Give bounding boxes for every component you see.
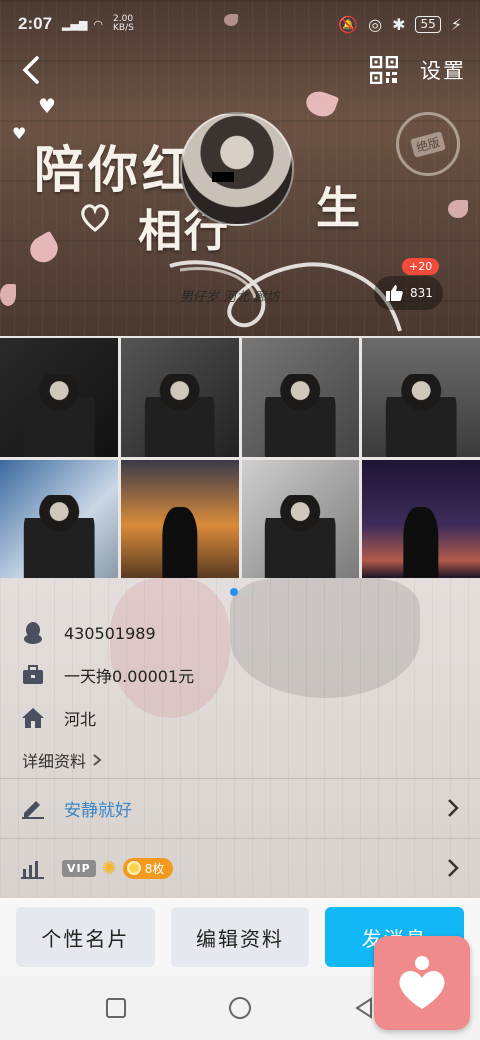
photo-thumbnail[interactable] — [0, 338, 118, 457]
alarm-icon: ◎ — [368, 14, 383, 34]
like-count: 831 — [410, 286, 433, 300]
sun-level-icon: ✺ — [101, 857, 117, 879]
mute-icon: 🔕 — [338, 14, 359, 34]
photo-figure — [265, 373, 336, 457]
status-right: 🔕 ◎ ✱ 55 ⚡ — [338, 15, 462, 34]
qq-number-row: 430501989 — [20, 620, 156, 646]
heart-decoration-icon: ♥ — [12, 124, 27, 143]
photo-figure — [385, 373, 457, 457]
like-plus-badge: +20 — [402, 258, 440, 275]
background-decoration — [230, 578, 420, 698]
qr-code-icon[interactable] — [370, 56, 398, 84]
net-speed: 2.00 KB/S — [113, 14, 134, 33]
coin-badge: 8枚 — [122, 857, 174, 879]
chevron-right-icon — [448, 859, 459, 877]
photo-thumbnail[interactable] — [362, 338, 480, 457]
photo-pager — [0, 588, 480, 596]
home-icon — [20, 705, 46, 731]
chevron-right-icon — [448, 799, 459, 817]
detail-info-label: 详细资料 — [22, 752, 87, 771]
photo-thumbnail[interactable] — [241, 459, 360, 578]
photo-figure — [23, 373, 95, 457]
home-circle-icon[interactable] — [227, 995, 253, 1021]
qq-number: 430501989 — [64, 623, 156, 643]
photo-figure — [23, 495, 95, 578]
back-button[interactable] — [14, 53, 48, 87]
photo-thumbnail[interactable] — [0, 459, 118, 578]
photo-figure — [144, 373, 215, 457]
wifi-icon: ◠ — [93, 17, 104, 31]
signature-text: 安静就好 — [64, 800, 132, 821]
banner-text-line1: 陪你红 — [34, 140, 196, 199]
profile-banner: 2:07 ▂▄▆ ◠ 2.00 KB/S 🔕 ◎ ✱ 55 ⚡ 设置 ♥ ♥ 陪… — [0, 0, 480, 336]
back-arrow-icon — [22, 56, 39, 84]
job-text: 一天挣0.00001元 — [64, 667, 195, 686]
charging-icon: ⚡ — [450, 14, 462, 34]
pager-dot-active[interactable] — [230, 588, 238, 596]
heart-decoration-icon: ♥ — [38, 94, 56, 118]
job-row: 一天挣0.00001元 — [20, 662, 194, 688]
location-row: 河北 — [20, 705, 96, 731]
photo-figure — [161, 506, 198, 578]
vip-badge: VIP — [62, 859, 96, 877]
top-navbar: 设置 — [0, 48, 480, 92]
pencil-icon — [22, 801, 44, 819]
photo-thumbnail[interactable] — [241, 338, 360, 457]
coin-count: 8枚 — [144, 861, 165, 876]
personal-card-button[interactable]: 个性名片 — [16, 907, 155, 967]
signature-row[interactable]: 安静就好 — [0, 779, 480, 837]
edit-profile-button[interactable]: 编辑资料 — [170, 907, 310, 967]
hand-written-signature: 男仔岁 河北 廊坊 — [180, 290, 280, 305]
signal-icon: ▂▄▆ — [62, 17, 88, 31]
chevron-right-icon — [93, 754, 102, 766]
heart-person-icon — [399, 956, 445, 1009]
photo-figure — [403, 506, 439, 578]
recent-apps-icon[interactable] — [103, 995, 129, 1021]
petal-decoration — [302, 87, 340, 121]
photo-thumbnail[interactable] — [120, 338, 239, 457]
floating-heart-button[interactable] — [374, 936, 470, 1030]
banner-text-line3: 生 — [316, 183, 360, 234]
location-text: 河北 — [64, 710, 97, 729]
avatar[interactable] — [180, 112, 294, 226]
heart-outline-icon — [81, 204, 109, 232]
battery-icon: 55 — [415, 15, 441, 33]
avatar-censor-bar — [212, 172, 234, 182]
photo-thumbnail[interactable] — [120, 459, 239, 578]
level-chart-icon — [21, 861, 44, 879]
photo-wall — [0, 336, 480, 578]
nav-right-group: 设置 — [370, 55, 466, 85]
briefcase-icon — [20, 662, 46, 688]
photo-figure — [265, 495, 336, 578]
thumbs-up-icon — [386, 285, 403, 301]
petal-decoration — [448, 200, 468, 218]
petal-decoration — [224, 14, 238, 26]
status-time: 2:07 — [18, 14, 53, 33]
stamp-text: 绝版 — [410, 130, 446, 158]
vip-row[interactable]: VIP ✺ 8枚 — [0, 839, 480, 897]
settings-button[interactable]: 设置 — [420, 55, 466, 85]
bluetooth-icon: ✱ — [392, 14, 406, 34]
status-bar: 2:07 ▂▄▆ ◠ 2.00 KB/S 🔕 ◎ ✱ 55 ⚡ — [0, 0, 480, 48]
pager-dot[interactable] — [242, 588, 250, 596]
stamp-badge: 绝版 — [396, 112, 460, 176]
coin-icon — [126, 861, 141, 875]
like-button[interactable]: 831 — [374, 276, 443, 310]
penguin-icon — [20, 620, 46, 646]
detail-info-link[interactable]: 详细资料 — [22, 748, 102, 772]
photo-thumbnail[interactable] — [362, 459, 480, 578]
background-decoration — [110, 578, 230, 718]
